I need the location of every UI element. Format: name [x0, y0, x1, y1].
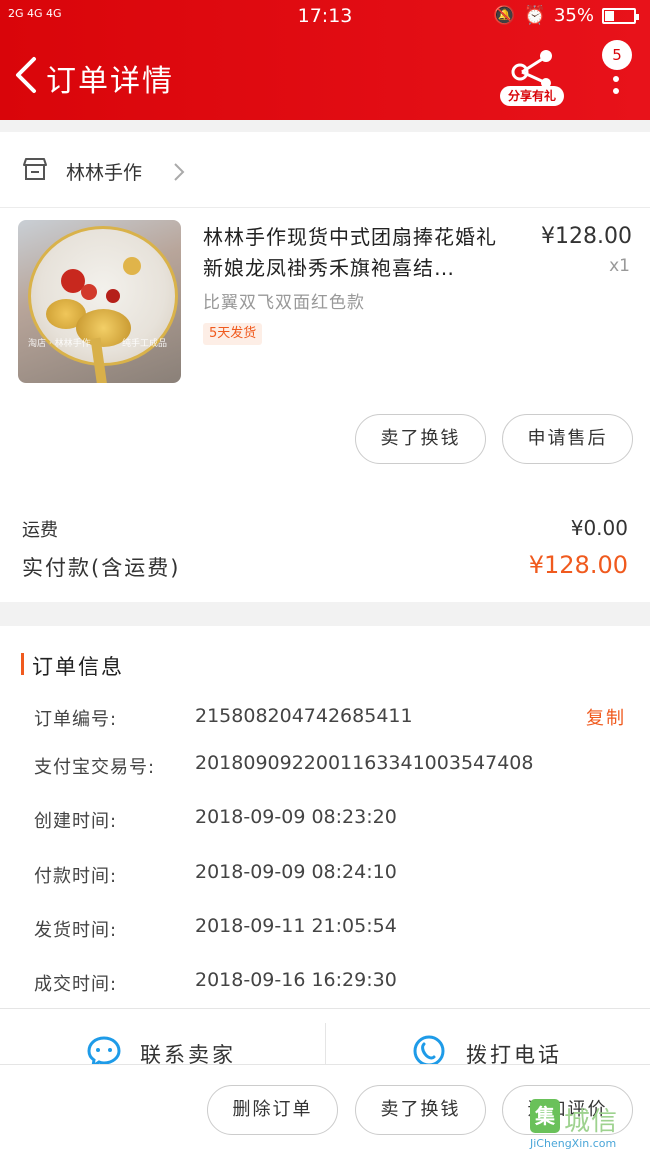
alipay-trade-label: 支付宝交易号: [34, 757, 156, 778]
chat-icon [87, 1036, 121, 1067]
completed-time-label: 成交时间: [34, 974, 118, 995]
sell-item-button[interactable]: 卖了换钱 [355, 414, 486, 464]
watermark-url: JiChengXin.com [530, 1137, 617, 1150]
product-title[interactable]: 林林手作现货中式团扇捧花婚礼新娘龙凤褂秀禾旗袍喜结… [203, 222, 515, 284]
call-phone-button[interactable]: 拨打电话 [326, 1009, 650, 1067]
product-quantity: x1 [609, 256, 630, 276]
image-caption-left: 淘店 · 林林手作 [28, 339, 91, 349]
image-caption-right: 纯手工成品 [122, 339, 168, 349]
page-title: 订单详情 [46, 64, 174, 99]
paid-time-label: 付款时间: [34, 866, 118, 887]
order-item-card: 林林手作 淘店 · 林林手作 纯手工成品 林林手作现货中式团扇捧花婚礼新娘龙凤褂… [0, 132, 650, 602]
more-dots-icon [613, 76, 619, 100]
chevron-right-icon [174, 163, 185, 181]
shipped-time-label: 发货时间: [34, 920, 118, 941]
watermark-text: 城信 [564, 1107, 619, 1137]
alipay-trade-value: 2018090922001163341003547408 [195, 752, 534, 774]
shop-row[interactable]: 林林手作 [0, 132, 650, 208]
shipping-label: 运费 [22, 520, 58, 541]
paid-label: 实付款(含运费) [22, 556, 181, 580]
order-number-label: 订单编号: [34, 709, 118, 730]
status-right: 🔕 ⏰ 35% [493, 5, 639, 26]
created-time-value: 2018-09-09 08:23:20 [195, 806, 397, 828]
contact-seller-button[interactable]: 联系卖家 [0, 1009, 325, 1067]
copy-button[interactable]: 复制 [586, 704, 626, 730]
contact-bar: 联系卖家 拨打电话 [0, 1008, 650, 1067]
back-arrow-icon[interactable] [10, 55, 40, 95]
product-price: ¥128.00 [541, 224, 632, 249]
shipped-time-value: 2018-09-11 21:05:54 [195, 915, 397, 937]
section-accent-bar [21, 653, 24, 675]
alarm-icon: ⏰ [523, 5, 546, 26]
section-title: 订单信息 [32, 655, 124, 679]
battery-icon [602, 7, 639, 24]
shop-name: 林林手作 [66, 162, 143, 184]
message-count-badge: 5 [602, 40, 632, 70]
watermark-logo: 集 [530, 1099, 560, 1133]
delivery-tag: 5天发货 [203, 323, 263, 345]
order-number-value: 215808204742685411 [195, 705, 413, 727]
product-sku: 比翼双飞双面红色款 [203, 293, 365, 313]
status-bar: 2G 4G 4G 17:13 🔕 ⏰ 35% [0, 0, 650, 34]
shipping-value: ¥0.00 [570, 516, 628, 540]
phone-icon [413, 1035, 445, 1067]
app-header: 2G 4G 4G 17:13 🔕 ⏰ 35% 订单详情 分享有礼 5 [0, 0, 650, 120]
after-sales-button[interactable]: 申请售后 [502, 414, 633, 464]
mute-icon: 🔕 [493, 5, 516, 26]
created-time-label: 创建时间: [34, 811, 118, 832]
battery-percent: 35% [553, 5, 594, 26]
completed-time-value: 2018-09-16 16:29:30 [195, 969, 397, 991]
sell-button[interactable]: 卖了换钱 [355, 1085, 486, 1135]
store-icon [23, 158, 47, 180]
share-label: 分享有礼 [500, 86, 564, 106]
paid-time-value: 2018-09-09 08:24:10 [195, 861, 397, 883]
paid-value: ¥128.00 [528, 551, 628, 579]
more-menu-button[interactable]: 5 [598, 40, 634, 100]
share-button[interactable]: 分享有礼 [500, 46, 564, 106]
product-image[interactable]: 淘店 · 林林手作 纯手工成品 [18, 220, 181, 383]
order-info-card: 订单信息 订单编号: 215808204742685411 复制 支付宝交易号:… [0, 626, 650, 1008]
share-icon [511, 50, 552, 88]
site-watermark: 集 城信 JiChengXin.com [530, 1097, 648, 1151]
delete-order-button[interactable]: 删除订单 [207, 1085, 338, 1135]
